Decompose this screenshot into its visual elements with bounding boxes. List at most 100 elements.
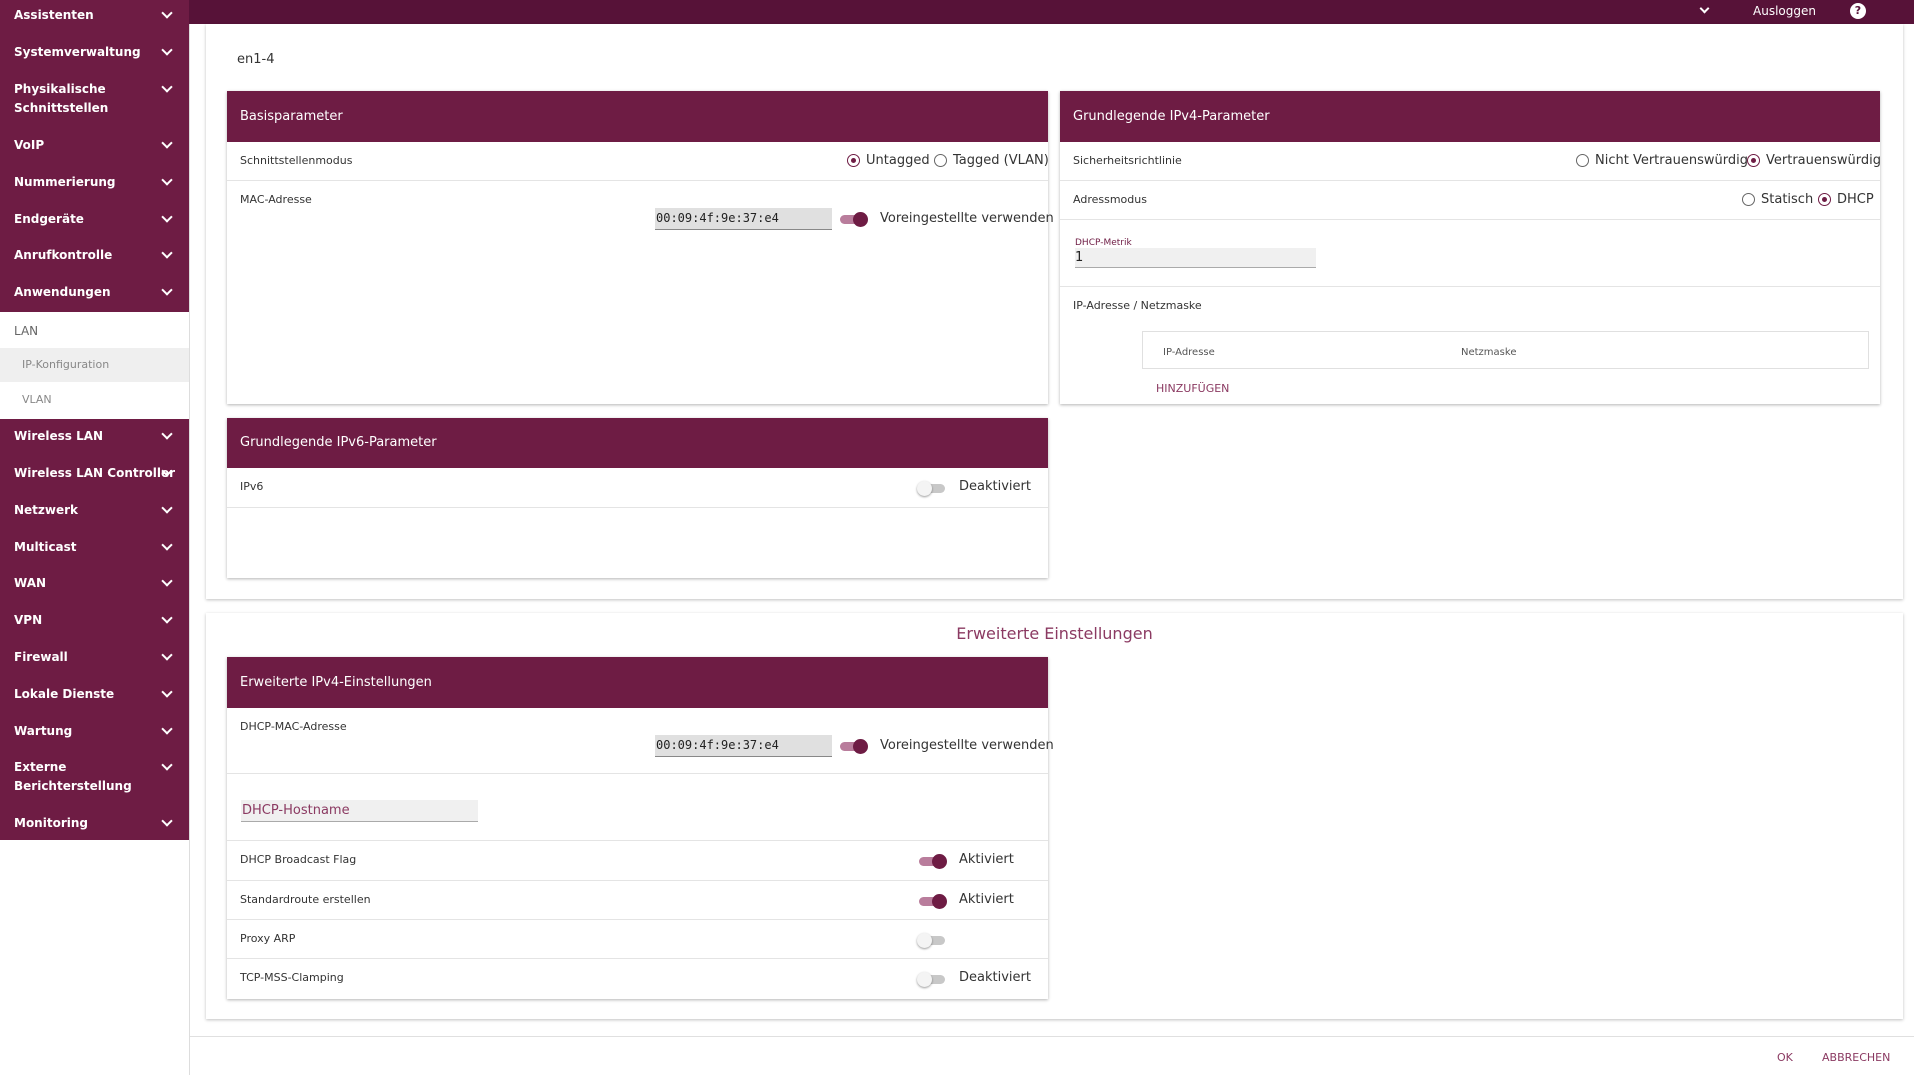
sidebar-item-label: Multicast: [14, 540, 77, 554]
ip-mask-label: IP-Adresse / Netzmaske: [1073, 299, 1202, 312]
sidebar-item-wireless-lan[interactable]: Wireless LAN: [0, 427, 189, 446]
toggle-knob: [917, 972, 932, 987]
dhcp-hostname-input[interactable]: DHCP-Hostname: [241, 800, 478, 822]
sidebar-divider: [189, 24, 190, 1075]
column-header-ip: IP-Adresse: [1163, 347, 1215, 358]
chevron-down-icon: [161, 723, 173, 735]
ipv6-toggle[interactable]: [917, 481, 947, 496]
security-row: Sicherheitsrichtlinie Nicht Vertrauenswü…: [1060, 142, 1881, 181]
sidebar-lan-group: LAN IP-Konfiguration VLAN: [0, 312, 189, 419]
radio-untagged[interactable]: Untagged: [847, 153, 930, 168]
ok-button[interactable]: OK: [1777, 1051, 1793, 1064]
logout-button[interactable]: Ausloggen: [1753, 4, 1816, 18]
card-title: Erweiterte IPv4-Einstellungen: [227, 657, 1048, 708]
card-title: Basisparameter: [227, 91, 1048, 142]
radio-empty-icon: [1576, 154, 1589, 167]
sidebar-item-wartung[interactable]: Wartung: [0, 722, 189, 741]
chevron-down-icon: [161, 612, 173, 624]
sidebar-item-monitoring[interactable]: Monitoring: [0, 814, 189, 833]
dhcp-mac-default-toggle[interactable]: [838, 739, 868, 754]
sidebar-item-endgeraete[interactable]: Endgeräte: [0, 210, 189, 229]
sidebar-item-nummerierung[interactable]: Nummerierung: [0, 173, 189, 192]
tcp-mss-toggle[interactable]: [917, 972, 947, 987]
sidebar-item-label: Wartung: [14, 724, 73, 738]
radio-label: Nicht Vertrauenswürdig: [1595, 153, 1748, 168]
toggle-knob: [932, 854, 947, 869]
help-icon[interactable]: ?: [1850, 3, 1866, 19]
ipv4-card: Grundlegende IPv4-Parameter Sicherheitsr…: [1060, 91, 1881, 404]
radio-statisch[interactable]: Statisch: [1742, 192, 1813, 207]
radio-label: Vertrauenswürdig: [1766, 153, 1881, 168]
broadcast-flag-label: DHCP Broadcast Flag: [240, 853, 357, 866]
sidebar-item-vlan[interactable]: VLAN: [0, 383, 189, 417]
tcp-mss-row: TCP-MSS-Clamping Deaktiviert: [227, 959, 1048, 999]
mode-label: Schnittstellenmodus: [240, 154, 353, 167]
default-route-row: Standardroute erstellen Aktiviert: [227, 881, 1048, 920]
sidebar-item-label: Lokale Dienste: [14, 687, 115, 701]
radio-empty-icon: [1742, 193, 1755, 206]
toggle-knob: [853, 212, 868, 227]
chevron-down-icon: [161, 539, 173, 551]
sidebar-item-label: Externe Berichterstellung: [14, 760, 132, 793]
footer-divider: [190, 1036, 1914, 1037]
top-bar: Ausloggen ?: [189, 0, 1914, 24]
broadcast-flag-toggle[interactable]: [917, 854, 947, 869]
sidebar-item-label: VoIP: [14, 138, 45, 152]
sidebar-item-netzwerk[interactable]: Netzwerk: [0, 501, 189, 520]
sidebar-item-label: Anwendungen: [14, 285, 111, 299]
sidebar-item-ip-konfiguration[interactable]: IP-Konfiguration: [0, 348, 189, 382]
proxy-arp-toggle[interactable]: [917, 933, 947, 948]
sidebar-item-anwendungen[interactable]: Anwendungen: [0, 283, 189, 302]
sidebar-item-label: Monitoring: [14, 816, 88, 830]
proxy-arp-label: Proxy ARP: [240, 932, 296, 945]
radio-empty-icon: [934, 154, 947, 167]
radio-selected-icon: [847, 154, 860, 167]
sidebar-item-label: Endgeräte: [14, 212, 84, 226]
mac-default-toggle[interactable]: [838, 212, 868, 227]
chevron-down-icon: [161, 502, 173, 514]
sidebar-item-externe-berichterstellung[interactable]: Externe Berichterstellung: [0, 758, 189, 796]
chevron-down-icon: [161, 211, 173, 223]
tcp-mss-state: Deaktiviert: [959, 970, 1031, 985]
sidebar-item-vpn[interactable]: VPN: [0, 611, 189, 630]
add-button[interactable]: HINZUFÜGEN: [1156, 382, 1229, 395]
chevron-down-icon: [161, 44, 173, 56]
dhcp-mac-address-field[interactable]: 00:09:4f:9e:37:e4: [655, 735, 832, 757]
sidebar-item-voip[interactable]: VoIP: [0, 136, 189, 155]
radio-label: Statisch: [1761, 192, 1814, 207]
card-title: Grundlegende IPv4-Parameter: [1060, 91, 1880, 142]
dhcp-mac-default-label: Voreingestellte verwenden: [880, 738, 1054, 753]
chevron-down-icon: [161, 137, 173, 149]
sidebar-item-label: WAN: [14, 576, 47, 590]
radio-tagged-vlan[interactable]: Tagged (VLAN): [934, 153, 1049, 168]
sidebar-item-physikalische-schnittstellen[interactable]: Physikalische Schnittstellen: [0, 80, 189, 118]
cancel-button[interactable]: ABBRECHEN: [1822, 1051, 1890, 1064]
sidebar-item-systemverwaltung[interactable]: Systemverwaltung: [0, 43, 189, 62]
dhcp-metric-input[interactable]: 1: [1075, 248, 1316, 268]
sidebar-item-multicast[interactable]: Multicast: [0, 538, 189, 557]
mac-label: MAC-Adresse: [240, 193, 312, 206]
sidebar-item-anrufkontrolle[interactable]: Anrufkontrolle: [0, 246, 189, 265]
default-route-toggle[interactable]: [917, 894, 947, 909]
sidebar-item-label: Anrufkontrolle: [14, 248, 113, 262]
radio-vertrauenswuerdig[interactable]: Vertrauenswürdig: [1747, 153, 1881, 168]
sidebar-item-label: Systemverwaltung: [14, 45, 141, 59]
sidebar-item-wireless-lan-controller[interactable]: Wireless LAN Controller: [0, 464, 189, 483]
sidebar-item-lokale-dienste[interactable]: Lokale Dienste: [0, 685, 189, 704]
hostname-row: DHCP-Hostname: [227, 774, 1048, 841]
radio-nicht-vertrauenswuerdig[interactable]: Nicht Vertrauenswürdig: [1576, 153, 1748, 168]
chevron-down-icon: [161, 428, 173, 440]
radio-dhcp[interactable]: DHCP: [1818, 192, 1874, 207]
sidebar-item-lan[interactable]: LAN: [14, 324, 38, 338]
sidebar-item-assistenten[interactable]: Assistenten: [0, 6, 189, 25]
sidebar-item-firewall[interactable]: Firewall: [0, 648, 189, 667]
mac-address-field[interactable]: 00:09:4f:9e:37:e4: [655, 208, 832, 230]
card-title: Grundlegende IPv6-Parameter: [227, 418, 1048, 468]
sidebar-item-wan[interactable]: WAN: [0, 574, 189, 593]
sidebar-item-label: Assistenten: [14, 8, 94, 22]
chevron-down-icon[interactable]: [1699, 3, 1710, 14]
chevron-down-icon: [161, 686, 173, 698]
advanced-title: Erweiterte Einstellungen: [956, 624, 1153, 643]
basisparameter-card: Basisparameter Schnittstellenmodus Untag…: [227, 91, 1054, 404]
default-route-state: Aktiviert: [959, 892, 1014, 907]
